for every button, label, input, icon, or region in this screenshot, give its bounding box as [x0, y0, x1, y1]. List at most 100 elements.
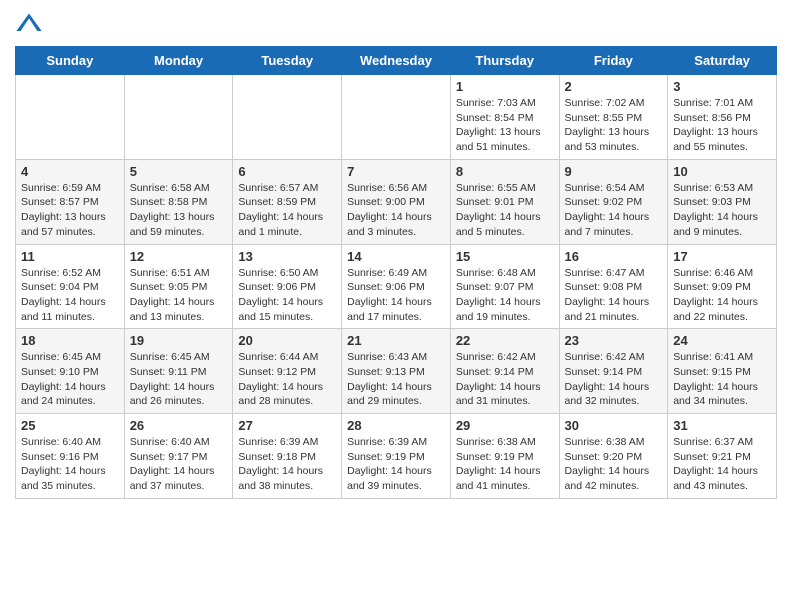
calendar-day-20: 20 Sunrise: 6:44 AM Sunset: 9:12 PM Dayli…: [233, 329, 342, 414]
day-info: Sunrise: 6:51 AM Sunset: 9:05 PM Dayligh…: [130, 266, 228, 325]
calendar-day-29: 29Sunrise: 6:38 AM Sunset: 9:19 PM Dayli…: [450, 414, 559, 499]
calendar-day-14: 14 Sunrise: 6:49 AM Sunset: 9:06 PM Dayli…: [342, 244, 451, 329]
day-info: Sunrise: 7:02 AM Sunset: 8:55 PM Dayligh…: [565, 96, 663, 155]
day-number: 22: [456, 333, 554, 348]
day-number: 6: [238, 164, 336, 179]
calendar-day-28: 28 Sunrise: 6:39 AM Sunset: 9:19 PM Dayli…: [342, 414, 451, 499]
day-info: Sunrise: 6:47 AM Sunset: 9:08 PM Dayligh…: [565, 266, 663, 325]
calendar-day-10: 10 Sunrise: 6:53 AM Sunset: 9:03 PM Dayli…: [668, 159, 777, 244]
calendar-day-15: 15 Sunrise: 6:48 AM Sunset: 9:07 PM Dayli…: [450, 244, 559, 329]
day-info: Sunrise: 6:59 AM Sunset: 8:57 PM Dayligh…: [21, 181, 119, 240]
calendar-day-7: 7 Sunrise: 6:56 AM Sunset: 9:00 PM Daylig…: [342, 159, 451, 244]
day-info: Sunrise: 6:56 AM Sunset: 9:00 PM Dayligh…: [347, 181, 445, 240]
day-number: 26: [130, 418, 228, 433]
day-number: 14: [347, 249, 445, 264]
day-number: 21: [347, 333, 445, 348]
calendar-day-11: 11Sunrise: 6:52 AM Sunset: 9:04 PM Dayli…: [16, 244, 125, 329]
day-info: Sunrise: 6:53 AM Sunset: 9:03 PM Dayligh…: [673, 181, 771, 240]
calendar-header-row: SundayMondayTuesdayWednesdayThursdayFrid…: [16, 47, 777, 75]
day-info: Sunrise: 6:41 AM Sunset: 9:15 PM Dayligh…: [673, 350, 771, 409]
day-number: 9: [565, 164, 663, 179]
day-number: 10: [673, 164, 771, 179]
day-info: Sunrise: 6:52 AM Sunset: 9:04 PM Dayligh…: [21, 266, 119, 325]
day-info: Sunrise: 6:48 AM Sunset: 9:07 PM Dayligh…: [456, 266, 554, 325]
day-info: Sunrise: 6:40 AM Sunset: 9:16 PM Dayligh…: [21, 435, 119, 494]
day-number: 18: [21, 333, 119, 348]
day-number: 1: [456, 79, 554, 94]
calendar-day-25: 25 Sunrise: 6:40 AM Sunset: 9:16 PM Dayli…: [16, 414, 125, 499]
day-number: 13: [238, 249, 336, 264]
day-number: 31: [673, 418, 771, 433]
day-info: Sunrise: 6:57 AM Sunset: 8:59 PM Dayligh…: [238, 181, 336, 240]
day-info: Sunrise: 6:55 AM Sunset: 9:01 PM Dayligh…: [456, 181, 554, 240]
calendar-day-8: 8 Sunrise: 6:55 AM Sunset: 9:01 PM Daylig…: [450, 159, 559, 244]
calendar-day-4: 4 Sunrise: 6:59 AM Sunset: 8:57 PM Daylig…: [16, 159, 125, 244]
day-number: 25: [21, 418, 119, 433]
day-number: 24: [673, 333, 771, 348]
day-number: 7: [347, 164, 445, 179]
calendar: SundayMondayTuesdayWednesdayThursdayFrid…: [15, 46, 777, 499]
day-header-tuesday: Tuesday: [233, 47, 342, 75]
day-number: 17: [673, 249, 771, 264]
calendar-day-5: 5 Sunrise: 6:58 AM Sunset: 8:58 PM Daylig…: [124, 159, 233, 244]
calendar-day-13: 13Sunrise: 6:50 AM Sunset: 9:06 PM Dayli…: [233, 244, 342, 329]
calendar-day-23: 23Sunrise: 6:42 AM Sunset: 9:14 PM Dayli…: [559, 329, 668, 414]
empty-cell: [124, 75, 233, 160]
day-header-wednesday: Wednesday: [342, 47, 451, 75]
calendar-week-3: 11Sunrise: 6:52 AM Sunset: 9:04 PM Dayli…: [16, 244, 777, 329]
day-info: Sunrise: 6:46 AM Sunset: 9:09 PM Dayligh…: [673, 266, 771, 325]
empty-cell: [342, 75, 451, 160]
calendar-day-17: 17 Sunrise: 6:46 AM Sunset: 9:09 PM Dayli…: [668, 244, 777, 329]
day-info: Sunrise: 6:39 AM Sunset: 9:19 PM Dayligh…: [347, 435, 445, 494]
day-header-friday: Friday: [559, 47, 668, 75]
calendar-day-2: 2 Sunrise: 7:02 AM Sunset: 8:55 PM Daylig…: [559, 75, 668, 160]
calendar-day-6: 6 Sunrise: 6:57 AM Sunset: 8:59 PM Daylig…: [233, 159, 342, 244]
day-info: Sunrise: 6:45 AM Sunset: 9:11 PM Dayligh…: [130, 350, 228, 409]
calendar-day-19: 19 Sunrise: 6:45 AM Sunset: 9:11 PM Dayli…: [124, 329, 233, 414]
day-number: 15: [456, 249, 554, 264]
logo-icon: [15, 10, 43, 38]
day-number: 2: [565, 79, 663, 94]
day-number: 3: [673, 79, 771, 94]
page: SundayMondayTuesdayWednesdayThursdayFrid…: [0, 0, 792, 509]
day-number: 30: [565, 418, 663, 433]
day-info: Sunrise: 6:58 AM Sunset: 8:58 PM Dayligh…: [130, 181, 228, 240]
day-info: Sunrise: 6:54 AM Sunset: 9:02 PM Dayligh…: [565, 181, 663, 240]
day-info: Sunrise: 6:38 AM Sunset: 9:20 PM Dayligh…: [565, 435, 663, 494]
logo: [15, 10, 47, 38]
day-header-saturday: Saturday: [668, 47, 777, 75]
calendar-day-31: 31Sunrise: 6:37 AM Sunset: 9:21 PM Dayli…: [668, 414, 777, 499]
day-header-sunday: Sunday: [16, 47, 125, 75]
day-number: 20: [238, 333, 336, 348]
day-number: 16: [565, 249, 663, 264]
calendar-day-26: 26 Sunrise: 6:40 AM Sunset: 9:17 PM Dayli…: [124, 414, 233, 499]
day-number: 8: [456, 164, 554, 179]
day-header-thursday: Thursday: [450, 47, 559, 75]
day-header-monday: Monday: [124, 47, 233, 75]
day-info: Sunrise: 6:44 AM Sunset: 9:12 PM Dayligh…: [238, 350, 336, 409]
day-number: 29: [456, 418, 554, 433]
day-info: Sunrise: 6:42 AM Sunset: 9:14 PM Dayligh…: [456, 350, 554, 409]
day-info: Sunrise: 6:39 AM Sunset: 9:18 PM Dayligh…: [238, 435, 336, 494]
day-number: 5: [130, 164, 228, 179]
day-info: Sunrise: 6:49 AM Sunset: 9:06 PM Dayligh…: [347, 266, 445, 325]
calendar-day-12: 12Sunrise: 6:51 AM Sunset: 9:05 PM Dayli…: [124, 244, 233, 329]
day-number: 23: [565, 333, 663, 348]
day-number: 28: [347, 418, 445, 433]
calendar-week-1: 1 Sunrise: 7:03 AM Sunset: 8:54 PM Daylig…: [16, 75, 777, 160]
day-info: Sunrise: 7:01 AM Sunset: 8:56 PM Dayligh…: [673, 96, 771, 155]
calendar-day-27: 27 Sunrise: 6:39 AM Sunset: 9:18 PM Dayli…: [233, 414, 342, 499]
calendar-day-3: 3 Sunrise: 7:01 AM Sunset: 8:56 PM Daylig…: [668, 75, 777, 160]
day-info: Sunrise: 6:43 AM Sunset: 9:13 PM Dayligh…: [347, 350, 445, 409]
day-info: Sunrise: 6:40 AM Sunset: 9:17 PM Dayligh…: [130, 435, 228, 494]
day-number: 27: [238, 418, 336, 433]
calendar-day-30: 30 Sunrise: 6:38 AM Sunset: 9:20 PM Dayli…: [559, 414, 668, 499]
calendar-week-4: 18Sunrise: 6:45 AM Sunset: 9:10 PM Dayli…: [16, 329, 777, 414]
day-info: Sunrise: 7:03 AM Sunset: 8:54 PM Dayligh…: [456, 96, 554, 155]
day-number: 4: [21, 164, 119, 179]
day-number: 19: [130, 333, 228, 348]
calendar-day-9: 9 Sunrise: 6:54 AM Sunset: 9:02 PM Daylig…: [559, 159, 668, 244]
calendar-day-18: 18Sunrise: 6:45 AM Sunset: 9:10 PM Dayli…: [16, 329, 125, 414]
calendar-week-5: 25 Sunrise: 6:40 AM Sunset: 9:16 PM Dayli…: [16, 414, 777, 499]
calendar-day-22: 22 Sunrise: 6:42 AM Sunset: 9:14 PM Dayli…: [450, 329, 559, 414]
